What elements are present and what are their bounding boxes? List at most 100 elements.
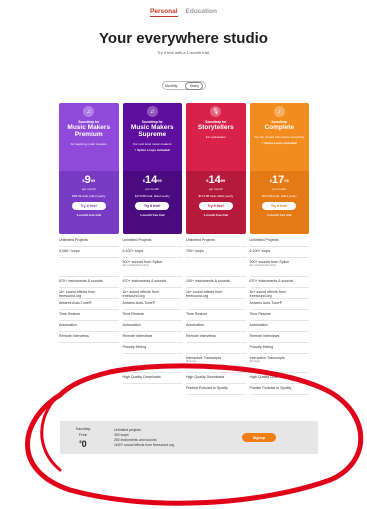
try-free-button[interactable]: Try it free! — [262, 202, 297, 210]
plan-price: $1499 — [206, 174, 226, 186]
feature-row: Remote Interviews — [249, 332, 309, 343]
tab-personal[interactable]: Personal — [150, 8, 178, 17]
plan-price-unit: per month — [81, 187, 96, 191]
feature-row — [186, 258, 246, 277]
try-free-button[interactable]: Try it free! — [198, 202, 233, 210]
plan-price-unit: per month — [208, 187, 223, 191]
feature-row: High Quality Downloads — [122, 373, 182, 384]
feature-text: Publish Podcast to Spotify — [186, 386, 228, 390]
plan-cards: ♫ Soundtrap for Music Makers Premium For… — [59, 103, 309, 234]
plan-yearly-total: $179.88 total, billed yearly — [134, 194, 170, 198]
plan-perk: ⚡ Splice Loops included! — [134, 148, 171, 152]
try-free-button[interactable]: Try it free! — [135, 202, 170, 210]
feature-text: Proudly Mixing — [249, 345, 274, 349]
feature-text: Unlimited Projects — [186, 238, 215, 242]
feature-text: Remote Interviews — [122, 334, 153, 338]
feature-row: Interactive Transcripts (8 hours) — [186, 354, 246, 373]
feature-text: Automation — [59, 323, 78, 327]
plan-trial: 1-month free trial — [266, 213, 292, 217]
feature-text: 6,100+ loops — [122, 249, 144, 253]
feature-row: 1k+ sound effects from freesound.org — [59, 288, 119, 299]
plan-name: Storytellers — [197, 124, 234, 131]
feature-text: 1k+ sound effects from freesound.org — [122, 290, 159, 298]
plan-tabs: Personal Education — [0, 8, 367, 17]
plan-name: Music Makers — [130, 124, 174, 131]
plan-card-complete: ♪ Soundtrap Complete For the creator who… — [249, 103, 309, 234]
feature-row: Interactive Transcripts (8 hours) — [249, 354, 309, 373]
tab-education[interactable]: Education — [186, 8, 217, 17]
free-plan-features: Unlimited projects 300 loops 250 instrum… — [106, 428, 242, 448]
feature-row: 300+ sounds from Splice (for a limited ti… — [122, 258, 182, 277]
list-item: 1k20+ sound effects from freesound.org — [114, 442, 174, 447]
feature-row: 670+ instruments & sounds — [122, 277, 182, 288]
feature-text: Unlimited Projects — [122, 238, 152, 242]
plan-price: $1499 — [142, 174, 162, 186]
feature-row: Publish Podcast to Spotify — [186, 384, 246, 395]
feature-row: Remote Interviews — [59, 332, 119, 343]
free-plan-label: Free — [78, 431, 88, 437]
feature-row: Time Restore — [249, 310, 309, 321]
feature-text: Remote Interviews — [249, 334, 280, 338]
page-subtitle: Try it free with a 1-month trial. — [157, 50, 210, 55]
plan-trial: 1-month free trial — [139, 213, 165, 217]
try-free-button[interactable]: Try it free! — [71, 202, 106, 210]
feature-text: Time Restore — [249, 312, 271, 316]
feature-row — [59, 258, 119, 277]
plan-perk: ⚡ Splice Loops included! — [261, 141, 298, 145]
feature-row: High Quality Downloads — [249, 373, 309, 384]
plan-yearly-total: $179.88 total, billed yearly — [198, 194, 234, 198]
feature-text: 1k+ sound effects from freesound.org — [249, 290, 286, 298]
page-title: Your everywhere studio — [99, 30, 268, 47]
feature-row — [122, 354, 182, 373]
feature-row: 670+ instruments & sounds — [249, 277, 309, 288]
feature-column: Unlimited Projects 750+ loops 100+ instrum… — [186, 236, 246, 395]
feature-row: Remote Interviews — [186, 332, 246, 343]
feature-text: 4,080+ loops — [59, 249, 80, 253]
microphone-icon: 🎙 — [210, 106, 222, 117]
music-note-icon: ♫ — [146, 106, 158, 117]
feature-text: Antares Auto-Tune® — [249, 301, 282, 305]
feature-note: (for a limited time only) — [249, 264, 276, 267]
feature-text: Unlimited Projects — [249, 238, 279, 242]
billing-monthly-option[interactable]: Monthly — [165, 84, 177, 88]
plan-card-storytellers: 🎙 Soundtrap for Storytellers For podcast… — [186, 103, 246, 234]
feature-text: Remote Interviews — [186, 334, 216, 338]
feature-row: 750+ loops — [186, 247, 246, 258]
feature-text: 100+ instruments & sounds — [186, 279, 230, 283]
free-plan-box: Soundtrap Free $0 Unlimited projects 300… — [60, 421, 318, 454]
feature-row: Time Restore — [122, 310, 182, 321]
plan-tagline: For aspiring music creators — [70, 142, 107, 146]
feature-text: Automation — [249, 323, 268, 327]
feature-text: 750+ loops — [186, 249, 204, 253]
billing-yearly-option[interactable]: Yearly — [185, 81, 203, 90]
feature-row: Proudly Mixing — [122, 343, 182, 354]
feature-text: Unlimited Projects — [59, 238, 88, 242]
feature-text: Automation — [186, 323, 205, 327]
feature-text: Time Restore — [59, 312, 81, 316]
feature-row: Automation — [59, 321, 119, 332]
feature-text: Antares Auto-Tune® — [59, 301, 92, 305]
feature-column: Unlimited Projects 4,080+ loops 670+ instr… — [59, 236, 119, 395]
feature-column: Unlimited Projects 6,100+ loops 300+ sound… — [249, 236, 309, 395]
feature-row: 100+ instruments & sounds — [186, 277, 246, 288]
feature-row: Publish Podcast to Spotify — [249, 384, 309, 395]
feature-row: High Quality Downloads — [186, 373, 246, 384]
feature-row: 1k+ sound effects from freesound.org — [122, 288, 182, 299]
plan-tagline: For podcasters — [205, 135, 226, 139]
plan-trial: 1-month free trial — [203, 213, 228, 217]
plan-tagline: For the creator who wants everything — [254, 135, 304, 139]
feature-row: 1k+ sound effects from freesound.org — [186, 288, 246, 299]
plan-tagline: For next level music creators — [133, 142, 172, 146]
feature-text: Publish Podcast to Spotify — [249, 386, 292, 390]
plan-yearly-total: $215.88 total, billed yearly — [261, 194, 297, 198]
feature-row: Unlimited Projects — [186, 236, 246, 247]
feature-text: High Quality Downloads — [186, 375, 225, 379]
feature-row: 300+ sounds from Splice (for a limited ti… — [249, 258, 309, 277]
feature-row: 4,080+ loops — [59, 247, 119, 258]
signup-button[interactable]: Signup — [242, 433, 276, 442]
billing-toggle[interactable]: Monthly Yearly — [162, 81, 206, 90]
feature-text: High Quality Downloads — [122, 375, 161, 379]
feature-text: Time Restore — [122, 312, 144, 316]
feature-note: (8 hours) — [249, 360, 260, 363]
feature-row: 670+ instruments & sounds — [59, 277, 119, 288]
